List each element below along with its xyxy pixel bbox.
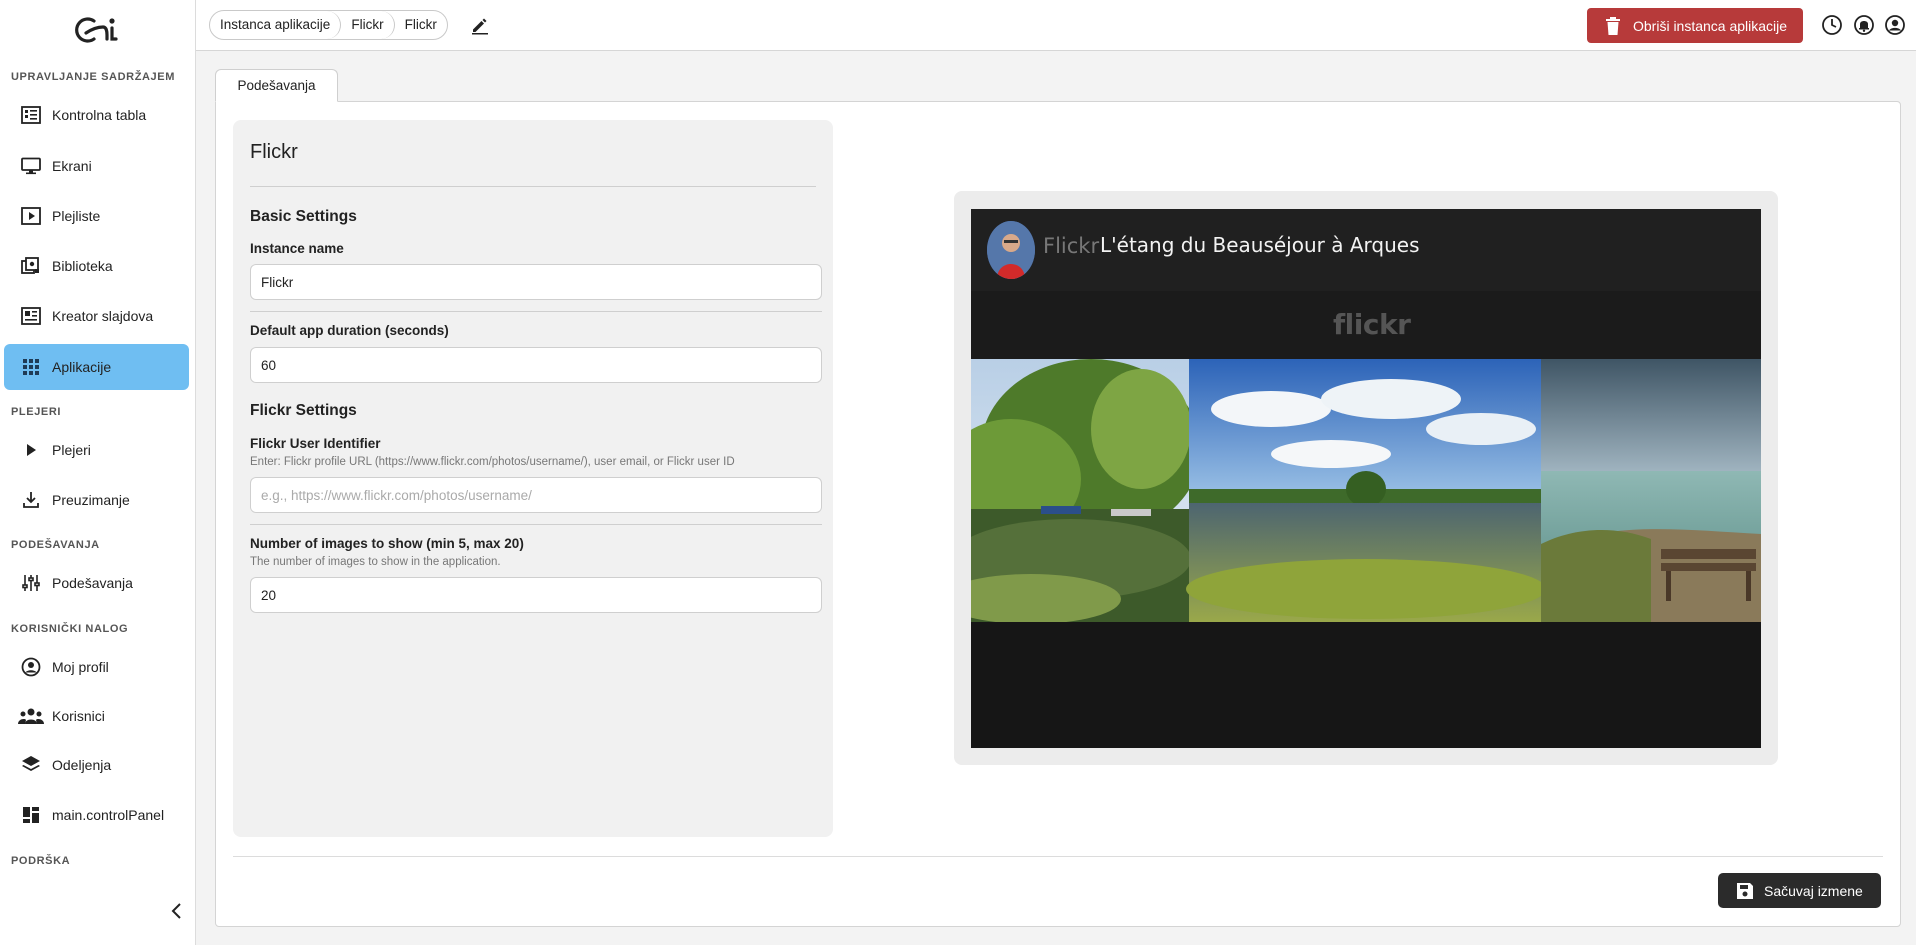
section-title-players: PLEJERI bbox=[11, 406, 62, 418]
logo-icon[interactable] bbox=[72, 16, 122, 44]
download-icon bbox=[18, 489, 44, 511]
slide-creator-icon bbox=[18, 305, 44, 327]
section-title-settings: PODEŠAVANJA bbox=[11, 539, 100, 551]
divider bbox=[250, 524, 822, 525]
sidebar-item-label: Plejliste bbox=[52, 208, 101, 224]
sidebar-item-library[interactable]: Biblioteka bbox=[4, 243, 189, 289]
avatar bbox=[987, 221, 1035, 279]
sidebar-item-dashboard[interactable]: Kontrolna tabla bbox=[4, 92, 189, 138]
sidebar-item-label: Kontrolna tabla bbox=[52, 107, 147, 123]
breadcrumb-item[interactable]: Flickr bbox=[341, 11, 395, 39]
dashboard-icon bbox=[18, 104, 44, 126]
sidebar-item-applications[interactable]: Aplikacije bbox=[4, 344, 189, 390]
num-images-input[interactable] bbox=[250, 577, 822, 613]
photo-strip bbox=[971, 359, 1761, 622]
sidebar-item-control-panel[interactable]: main.controlPanel bbox=[4, 792, 189, 838]
monitor-icon bbox=[18, 155, 44, 177]
sidebar-item-playlists[interactable]: Plejliste bbox=[4, 193, 189, 239]
sidebar-item-players[interactable]: Plejeri bbox=[4, 427, 189, 473]
num-images-help: The number of images to show in the appl… bbox=[250, 556, 501, 568]
sidebar-item-my-profile[interactable]: Moj profil bbox=[4, 644, 189, 690]
sidebar: UPRAVLJANJE SADRŽAJEM Kontrolna tabla Ek… bbox=[0, 0, 196, 945]
basic-settings-heading: Basic Settings bbox=[250, 208, 357, 225]
photo-3 bbox=[1541, 359, 1761, 622]
play-icon bbox=[18, 439, 44, 461]
delete-button-label: Obriši instanca aplikacije bbox=[1633, 17, 1788, 34]
breadcrumb: Instanca aplikacije Flickr Flickr bbox=[209, 10, 448, 40]
apps-grid-icon bbox=[18, 356, 44, 378]
edit-pencil-icon[interactable] bbox=[470, 15, 490, 35]
sidebar-item-slide-creator[interactable]: Kreator slajdova bbox=[4, 293, 189, 339]
layers-icon bbox=[18, 754, 44, 776]
control-panel-icon bbox=[18, 804, 44, 826]
users-icon bbox=[18, 705, 44, 727]
flickr-settings-heading: Flickr Settings bbox=[250, 402, 357, 419]
playlist-icon bbox=[18, 205, 44, 227]
form-title: Flickr bbox=[250, 141, 298, 163]
save-changes-button[interactable]: Sačuvaj izmene bbox=[1718, 873, 1881, 908]
profile-icon bbox=[18, 656, 44, 678]
app-preview: Flickr L'étang du Beauséjour à Arques fl… bbox=[971, 209, 1761, 748]
preview-brand: Flickr bbox=[1043, 234, 1100, 258]
photo-2 bbox=[1186, 359, 1546, 622]
divider bbox=[250, 311, 822, 312]
delete-instance-button[interactable]: Obriši instanca aplikacije bbox=[1587, 8, 1803, 43]
sidebar-item-label: main.controlPanel bbox=[52, 807, 165, 823]
save-button-label: Sačuvaj izmene bbox=[1764, 882, 1863, 899]
sidebar-item-label: Biblioteka bbox=[52, 258, 113, 274]
section-title-support: PODRŠKA bbox=[11, 855, 71, 867]
topbar: Instanca aplikacije Flickr Flickr Obriši… bbox=[196, 0, 1916, 51]
sidebar-item-label: Ekrani bbox=[52, 158, 92, 174]
num-images-label: Number of images to show (min 5, max 20) bbox=[250, 536, 524, 551]
divider bbox=[250, 186, 816, 187]
clock-icon[interactable] bbox=[1821, 14, 1843, 36]
sliders-icon bbox=[18, 572, 44, 594]
settings-form-panel: Flickr Basic Settings Instance name Defa… bbox=[233, 120, 833, 837]
user-id-label: Flickr User Identifier bbox=[250, 436, 381, 451]
sidebar-item-label: Korisnici bbox=[52, 708, 105, 724]
instance-name-input[interactable] bbox=[250, 264, 822, 300]
duration-input[interactable] bbox=[250, 347, 822, 383]
tab-settings[interactable]: Podešavanja bbox=[215, 69, 338, 102]
breadcrumb-item[interactable]: Instanca aplikacije bbox=[210, 11, 342, 39]
sidebar-item-departments[interactable]: Odeljenja bbox=[4, 742, 189, 788]
section-title-account: KORISNIČKI NALOG bbox=[11, 623, 129, 635]
sidebar-item-screens[interactable]: Ekrani bbox=[4, 143, 189, 189]
sidebar-item-settings[interactable]: Podešavanja bbox=[4, 560, 189, 606]
sidebar-item-label: Podešavanja bbox=[52, 575, 133, 591]
breadcrumb-item[interactable]: Flickr bbox=[395, 11, 447, 39]
library-icon bbox=[18, 255, 44, 277]
sidebar-item-users[interactable]: Korisnici bbox=[4, 693, 189, 739]
sidebar-item-label: Kreator slajdova bbox=[52, 308, 154, 324]
trash-icon bbox=[1605, 16, 1621, 35]
flickr-logo: flickr bbox=[1333, 308, 1411, 341]
notification-bell-icon[interactable] bbox=[1853, 14, 1875, 36]
floppy-disk-icon bbox=[1736, 882, 1754, 900]
divider bbox=[233, 856, 1883, 857]
sidebar-item-label: Aplikacije bbox=[52, 359, 112, 375]
flickr-user-id-input[interactable] bbox=[250, 477, 822, 513]
preview-photo-title: L'étang du Beauséjour à Arques bbox=[1100, 233, 1420, 257]
sidebar-item-label: Plejeri bbox=[52, 442, 91, 458]
photo-1 bbox=[971, 359, 1201, 622]
duration-label: Default app duration (seconds) bbox=[250, 323, 449, 338]
sidebar-item-label: Preuzimanje bbox=[52, 492, 130, 508]
chevron-left-icon[interactable] bbox=[168, 902, 186, 920]
user-id-help: Enter: Flickr profile URL (https://www.f… bbox=[250, 456, 735, 468]
user-account-icon[interactable] bbox=[1884, 14, 1906, 36]
instance-name-label: Instance name bbox=[250, 241, 344, 256]
sidebar-item-label: Moj profil bbox=[52, 659, 109, 675]
section-title-content: UPRAVLJANJE SADRŽAJEM bbox=[11, 71, 175, 83]
sidebar-item-download[interactable]: Preuzimanje bbox=[4, 477, 189, 523]
sidebar-item-label: Odeljenja bbox=[52, 757, 112, 773]
